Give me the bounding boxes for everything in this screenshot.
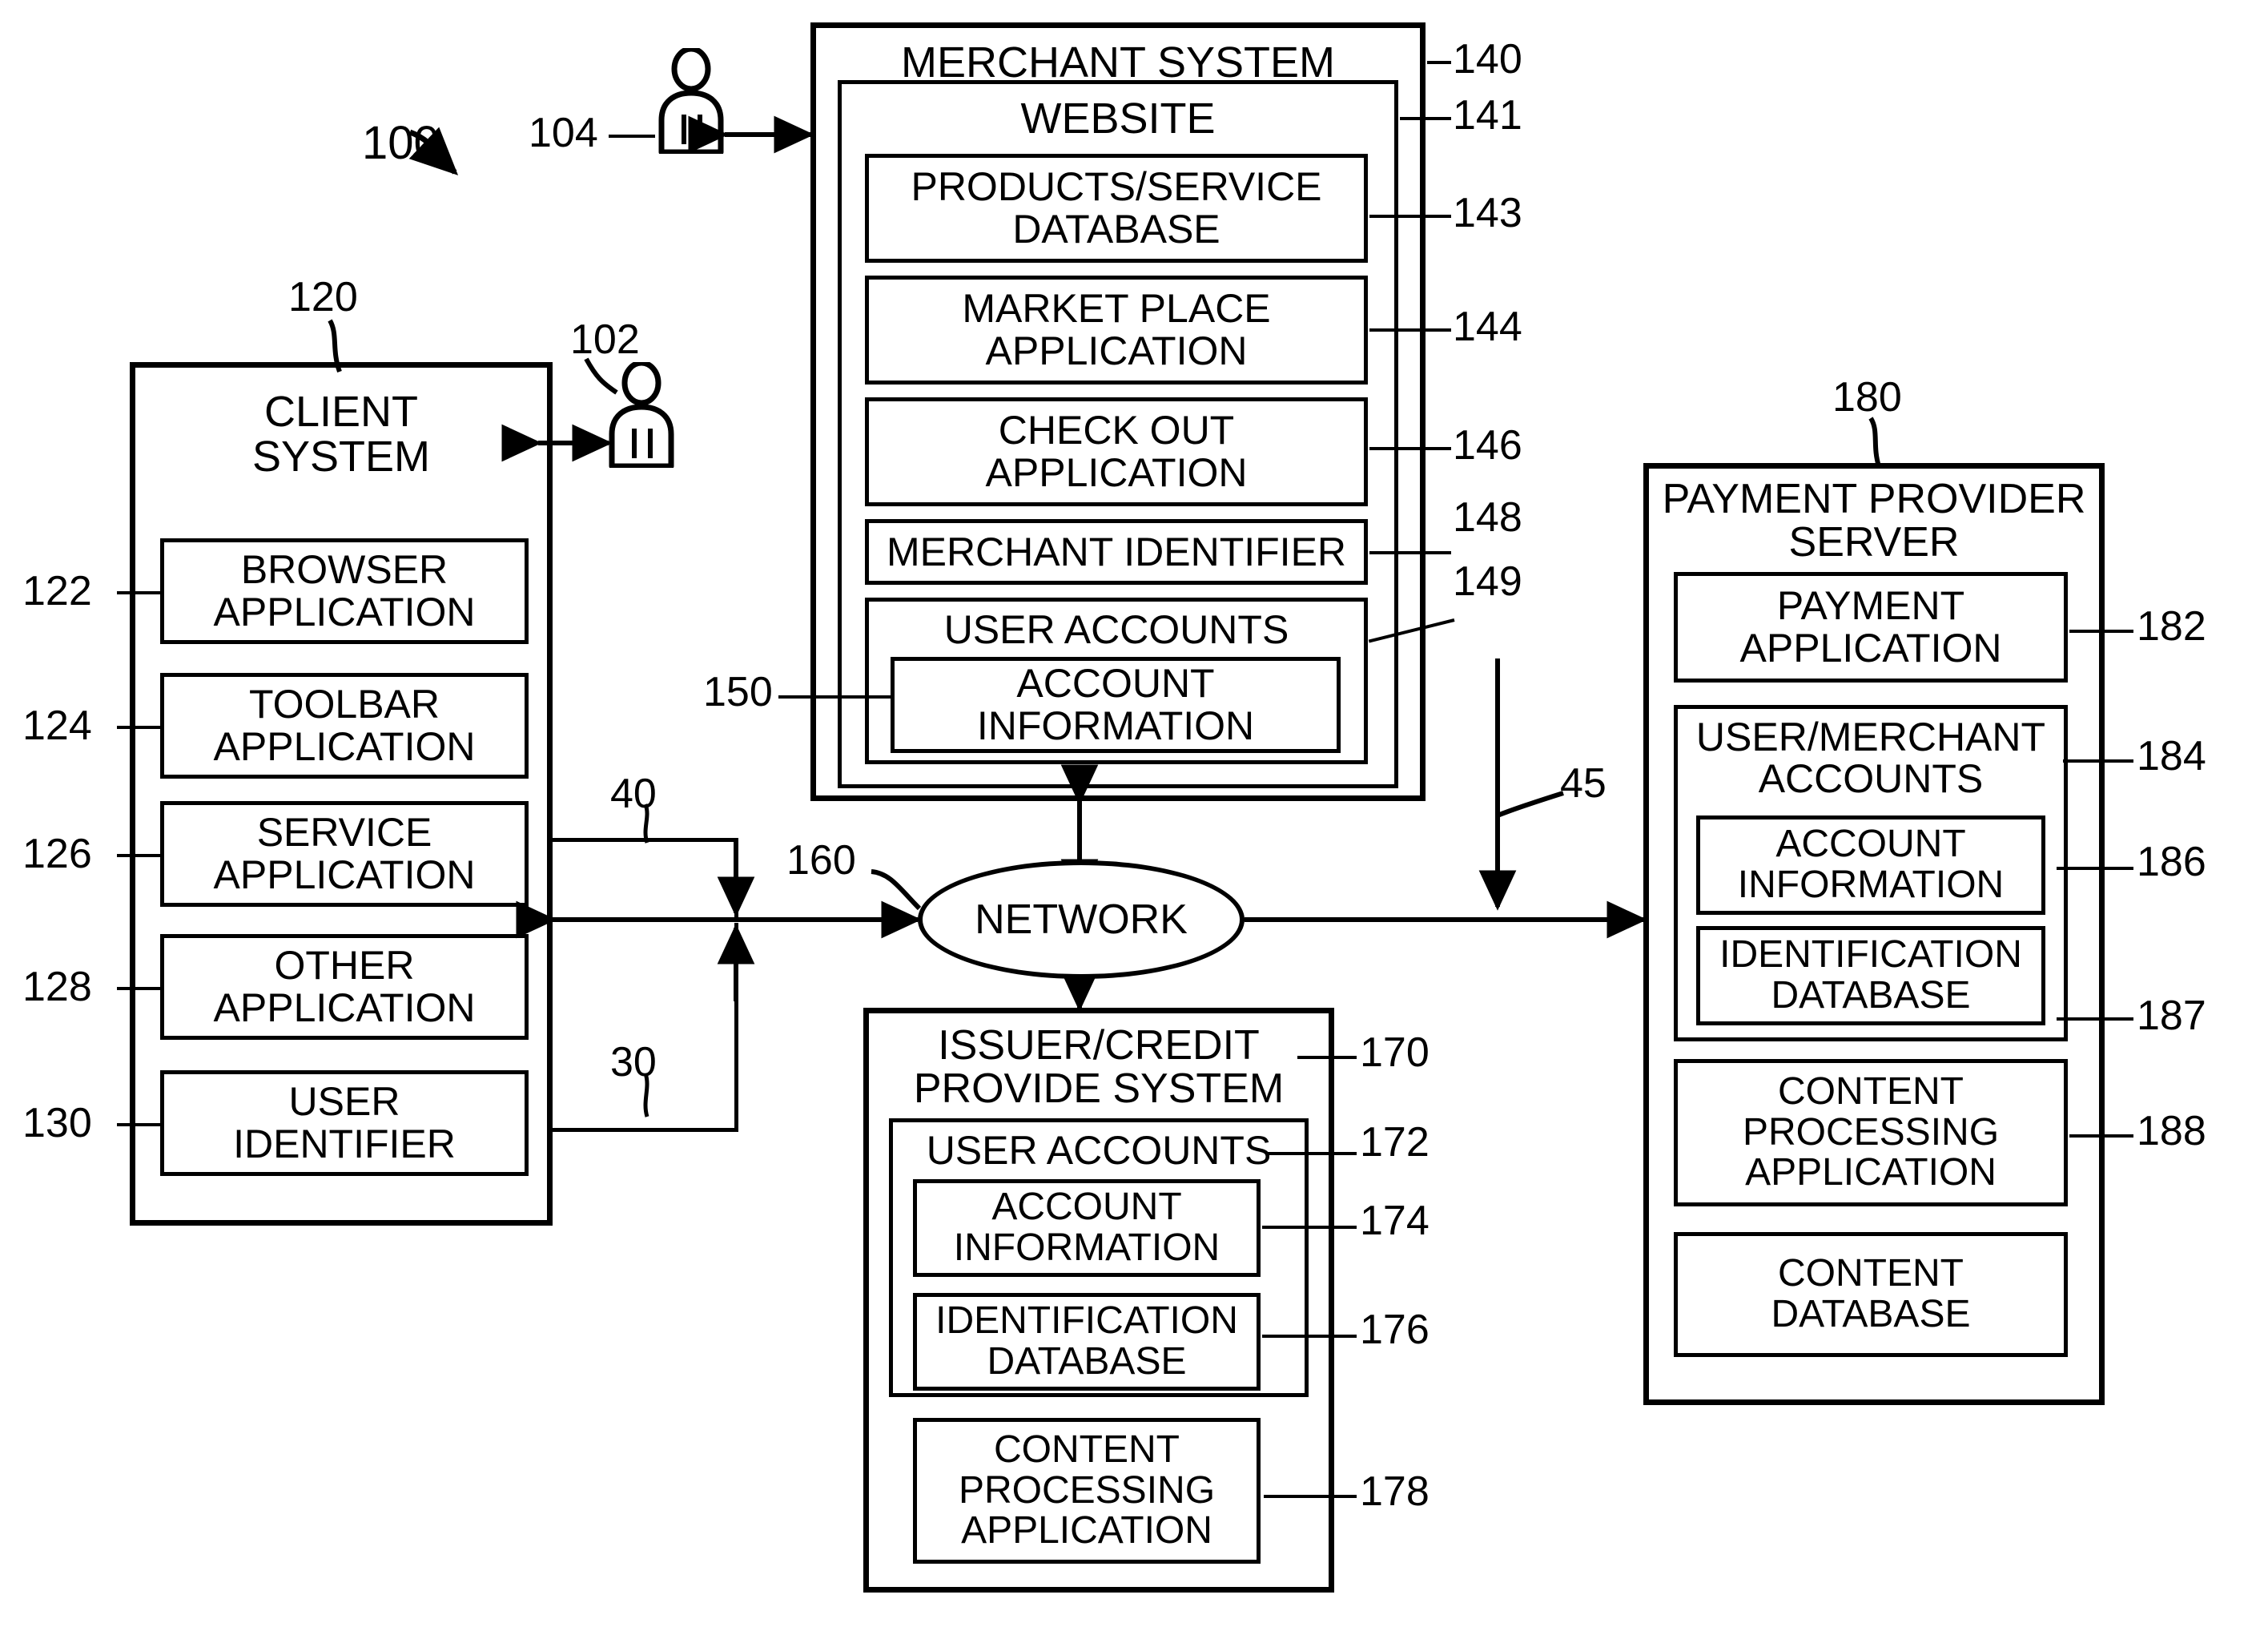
leader-186 — [2057, 867, 2133, 870]
ref-104: 104 — [529, 110, 598, 156]
client-item-service-application[interactable]: SERVICE APPLICATION — [160, 801, 529, 907]
merchant-user-accounts-title: USER ACCOUNTS — [943, 607, 1289, 652]
merchant-system-title: MERCHANT SYSTEM — [900, 38, 1336, 87]
client-item-user-identifier[interactable]: USER IDENTIFIER — [160, 1070, 529, 1176]
ref-149: 149 — [1453, 558, 1522, 605]
ref-176: 176 — [1360, 1307, 1430, 1353]
leader-146 — [1369, 447, 1451, 450]
ref-180: 180 — [1832, 374, 1902, 421]
ref-148: 148 — [1453, 494, 1522, 541]
ref-120: 120 — [288, 274, 358, 320]
ref-100: 100 — [362, 117, 440, 169]
patent-figure: 100 104 102 CLIENT SYSTEM 120 BROWSER AP… — [0, 0, 2268, 1639]
client-system-title: CLIENT SYSTEM — [251, 388, 431, 481]
payment-content-processing-application[interactable]: CONTENT PROCESSING APPLICATION — [1674, 1059, 2068, 1206]
ref-128: 128 — [22, 964, 92, 1010]
leader-188 — [2069, 1134, 2133, 1138]
leader-170 — [1297, 1056, 1357, 1059]
leader-160 — [871, 869, 922, 911]
leader-120 — [328, 319, 342, 373]
leader-140 — [1427, 61, 1451, 64]
user-merchant-icon — [655, 46, 727, 155]
leader-40 — [643, 803, 649, 844]
merchant-products-service-database[interactable]: PRODUCTS/SERVICE DATABASE — [865, 154, 1368, 263]
leader-130 — [117, 1123, 162, 1126]
leader-128 — [117, 987, 162, 990]
leader-180 — [1868, 417, 1881, 467]
leader-45 — [1496, 791, 1564, 818]
leader-124 — [117, 726, 162, 729]
leader-184 — [2063, 759, 2133, 763]
payment-user-merchant-accounts-title: USER/MERCHANT ACCOUNTS — [1695, 715, 2046, 801]
client-item-toolbar-application[interactable]: TOOLBAR APPLICATION — [160, 673, 529, 779]
leader-176 — [1262, 1335, 1357, 1338]
leader-104 — [609, 135, 655, 138]
ref-172: 172 — [1360, 1119, 1430, 1166]
leader-122 — [117, 591, 162, 594]
leader-174 — [1262, 1226, 1357, 1229]
ref-140: 140 — [1453, 36, 1522, 83]
leader-30 — [643, 1073, 649, 1118]
payment-application[interactable]: PAYMENT APPLICATION — [1674, 572, 2068, 683]
leader-102 — [584, 357, 618, 395]
leader-172 — [1265, 1152, 1357, 1155]
leader-144 — [1369, 328, 1451, 332]
ref-141: 141 — [1453, 92, 1522, 139]
ref-178: 178 — [1360, 1468, 1430, 1515]
issuer-identification-database[interactable]: IDENTIFICATION DATABASE — [913, 1293, 1261, 1391]
ref-126: 126 — [22, 831, 92, 877]
leader-182 — [2069, 630, 2133, 633]
leader-126 — [117, 854, 162, 857]
merchant-check-out-application[interactable]: CHECK OUT APPLICATION — [865, 397, 1368, 506]
merchant-market-place-application[interactable]: MARKET PLACE APPLICATION — [865, 276, 1368, 385]
leader-141 — [1400, 117, 1451, 120]
leader-178 — [1264, 1495, 1357, 1498]
ref-160: 160 — [786, 837, 856, 884]
ref-144: 144 — [1453, 304, 1522, 350]
ref-187: 187 — [2137, 993, 2206, 1039]
ref-124: 124 — [22, 703, 92, 749]
network-node: NETWORK — [918, 860, 1245, 979]
client-item-browser-application[interactable]: BROWSER APPLICATION — [160, 538, 529, 644]
ref-174: 174 — [1360, 1198, 1430, 1244]
ref-150: 150 — [703, 669, 773, 715]
leader-148 — [1369, 551, 1451, 554]
ref-143: 143 — [1453, 190, 1522, 236]
issuer-user-accounts-title: USER ACCOUNTS — [926, 1128, 1272, 1173]
bracket-40-right — [734, 838, 738, 918]
merchant-website-title: WEBSITE — [1020, 95, 1216, 143]
leader-150 — [778, 695, 892, 699]
ref-184: 184 — [2137, 733, 2206, 779]
bracket-30-bottom — [553, 1128, 738, 1132]
client-item-other-application[interactable]: OTHER APPLICATION — [160, 934, 529, 1040]
ref-122: 122 — [22, 568, 92, 614]
issuer-account-information[interactable]: ACCOUNT INFORMATION — [913, 1179, 1261, 1277]
payment-identification-database[interactable]: IDENTIFICATION DATABASE — [1696, 926, 2045, 1025]
payment-content-database[interactable]: CONTENT DATABASE — [1674, 1232, 2068, 1357]
merchant-identifier[interactable]: MERCHANT IDENTIFIER — [865, 519, 1368, 585]
leader-143 — [1369, 215, 1451, 218]
merchant-account-information[interactable]: ACCOUNT INFORMATION — [891, 657, 1341, 753]
ref-186: 186 — [2137, 839, 2206, 885]
payment-account-information[interactable]: ACCOUNT INFORMATION — [1696, 815, 2045, 915]
issuer-content-processing-application[interactable]: CONTENT PROCESSING APPLICATION — [913, 1418, 1261, 1564]
bracket-30-right — [734, 923, 738, 1131]
ref-182: 182 — [2137, 603, 2206, 650]
ref-188: 188 — [2137, 1108, 2206, 1154]
leader-187 — [2057, 1017, 2133, 1021]
ref-170: 170 — [1360, 1029, 1430, 1076]
payment-provider-server-title: PAYMENT PROVIDER SERVER — [1662, 476, 2086, 566]
ref-130: 130 — [22, 1100, 92, 1146]
issuer-system-title: ISSUER/CREDIT PROVIDE SYSTEM — [913, 1022, 1285, 1113]
ref-146: 146 — [1453, 422, 1522, 469]
